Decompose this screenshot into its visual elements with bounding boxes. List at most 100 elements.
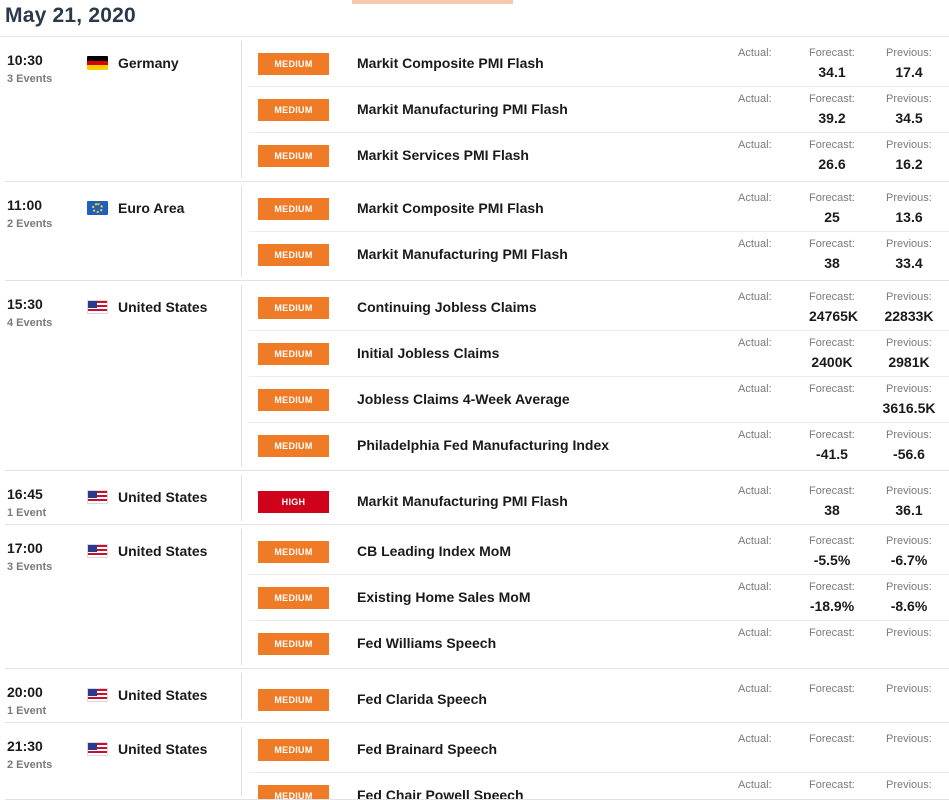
actual-label: Actual: bbox=[738, 337, 772, 349]
event-row[interactable]: MEDIUM Markit Composite PMI Flash Actual: F… bbox=[249, 37, 949, 87]
column-divider bbox=[241, 475, 242, 521]
event-name[interactable]: Markit Manufacturing PMI Flash bbox=[357, 246, 568, 262]
event-row[interactable]: MEDIUM Fed Chair Powell Speech Actual: Fore… bbox=[249, 773, 949, 800]
event-name[interactable]: Fed Clarida Speech bbox=[357, 691, 487, 707]
event-row[interactable]: MEDIUM Philadelphia Fed Manufacturing Ind… bbox=[249, 423, 949, 469]
time-group: 15:30 4 Events United States MEDIUM Continui… bbox=[0, 281, 949, 471]
event-name[interactable]: Fed Williams Speech bbox=[357, 635, 496, 651]
previous-label: Previous: bbox=[886, 337, 932, 349]
forecast-value: 34.1 bbox=[818, 64, 846, 80]
impact-badge-medium: MEDIUM bbox=[258, 145, 329, 167]
forecast-label: Forecast: bbox=[809, 291, 855, 303]
event-row[interactable]: MEDIUM CB Leading Index MoM Actual: Forecas… bbox=[249, 525, 949, 575]
us-flag-icon bbox=[87, 490, 108, 504]
event-row[interactable]: MEDIUM Existing Home Sales MoM Actual: Fore… bbox=[249, 575, 949, 621]
event-name[interactable]: Markit Composite PMI Flash bbox=[357, 200, 544, 216]
previous-value: 3616.5K bbox=[882, 400, 936, 416]
actual-label: Actual: bbox=[738, 683, 772, 695]
previous-value: -56.6 bbox=[893, 446, 925, 462]
actual-label: Actual: bbox=[738, 627, 772, 639]
impact-badge-high: HIGH bbox=[258, 491, 329, 513]
previous-label: Previous: bbox=[886, 733, 932, 745]
forecast-label: Forecast: bbox=[809, 337, 855, 349]
column-divider bbox=[241, 285, 242, 467]
us-flag-icon bbox=[87, 300, 108, 314]
event-row[interactable]: MEDIUM Markit Manufacturing PMI Flash Actu… bbox=[249, 232, 949, 278]
impact-badge-medium: MEDIUM bbox=[258, 343, 329, 365]
previous-label: Previous: bbox=[886, 627, 932, 639]
forecast-label: Forecast: bbox=[809, 139, 855, 151]
date-heading: May 21, 2020 bbox=[5, 4, 136, 27]
previous-value: 17.4 bbox=[895, 64, 923, 80]
event-count: 1 Event bbox=[7, 705, 47, 717]
event-time: 21:30 bbox=[7, 738, 43, 754]
event-row[interactable]: MEDIUM Markit Manufacturing PMI Flash Actu… bbox=[249, 87, 949, 133]
event-name[interactable]: CB Leading Index MoM bbox=[357, 543, 511, 559]
previous-label: Previous: bbox=[886, 47, 932, 59]
time-group: 17:00 3 Events United States MEDIUM CB Leadi… bbox=[0, 525, 949, 669]
impact-badge-medium: MEDIUM bbox=[258, 297, 329, 319]
event-name[interactable]: Markit Manufacturing PMI Flash bbox=[357, 101, 568, 117]
euro-area-flag-icon bbox=[87, 201, 108, 215]
forecast-label: Forecast: bbox=[809, 581, 855, 593]
column-divider bbox=[241, 41, 242, 178]
event-time: 16:45 bbox=[7, 486, 43, 502]
previous-label: Previous: bbox=[886, 238, 932, 250]
time-group: 10:30 3 Events Germany MEDIUM Markit Composi… bbox=[0, 37, 949, 182]
event-count: 2 Events bbox=[7, 218, 53, 230]
event-row[interactable]: MEDIUM Initial Jobless Claims Actual: Forec… bbox=[249, 331, 949, 377]
event-name[interactable]: Jobless Claims 4-Week Average bbox=[357, 391, 570, 407]
event-name[interactable]: Initial Jobless Claims bbox=[357, 345, 499, 361]
event-name[interactable]: Continuing Jobless Claims bbox=[357, 299, 537, 315]
impact-badge-medium: MEDIUM bbox=[258, 99, 329, 121]
event-row[interactable]: MEDIUM Markit Composite PMI Flash Actual: F… bbox=[249, 182, 949, 232]
impact-badge-medium: MEDIUM bbox=[258, 53, 329, 75]
impact-badge-medium: MEDIUM bbox=[258, 689, 329, 711]
event-name[interactable]: Fed Brainard Speech bbox=[357, 741, 497, 757]
forecast-value: -41.5 bbox=[816, 446, 848, 462]
forecast-label: Forecast: bbox=[809, 383, 855, 395]
country-name: Germany bbox=[118, 55, 179, 71]
event-name[interactable]: Existing Home Sales MoM bbox=[357, 589, 530, 605]
event-row[interactable]: HIGH Markit Manufacturing PMI Flash Actual… bbox=[249, 471, 949, 525]
forecast-value: 2400K bbox=[811, 354, 853, 370]
country-name: United States bbox=[118, 489, 208, 505]
actual-label: Actual: bbox=[738, 192, 772, 204]
column-divider bbox=[241, 673, 242, 719]
actual-label: Actual: bbox=[738, 581, 772, 593]
event-row[interactable]: MEDIUM Jobless Claims 4-Week Average Actua… bbox=[249, 377, 949, 423]
actual-label: Actual: bbox=[738, 238, 772, 250]
previous-label: Previous: bbox=[886, 291, 932, 303]
forecast-value: -18.9% bbox=[809, 598, 855, 614]
us-flag-icon bbox=[87, 688, 108, 702]
event-name[interactable]: Markit Services PMI Flash bbox=[357, 147, 529, 163]
event-row[interactable]: MEDIUM Markit Services PMI Flash Actual: Fo… bbox=[249, 133, 949, 179]
event-time: 10:30 bbox=[7, 52, 43, 68]
previous-value: 33.4 bbox=[895, 255, 923, 271]
event-name[interactable]: Philadelphia Fed Manufacturing Index bbox=[357, 437, 609, 453]
event-row[interactable]: MEDIUM Fed Brainard Speech Actual: Forecast… bbox=[249, 723, 949, 773]
impact-badge-medium: MEDIUM bbox=[258, 633, 329, 655]
column-divider bbox=[241, 529, 242, 665]
forecast-value: 25 bbox=[824, 209, 840, 225]
event-row[interactable]: MEDIUM Fed Clarida Speech Actual: Forecast:… bbox=[249, 669, 949, 723]
us-flag-icon bbox=[87, 742, 108, 756]
forecast-value: 38 bbox=[824, 255, 840, 271]
actual-label: Actual: bbox=[738, 47, 772, 59]
forecast-value: 38 bbox=[824, 502, 840, 518]
country-name: United States bbox=[118, 687, 208, 703]
event-name[interactable]: Markit Composite PMI Flash bbox=[357, 55, 544, 71]
event-row[interactable]: MEDIUM Continuing Jobless Claims Actual: Fo… bbox=[249, 281, 949, 331]
event-count: 3 Events bbox=[7, 561, 53, 573]
previous-value: 16.2 bbox=[895, 156, 923, 172]
us-flag-icon bbox=[87, 544, 108, 558]
forecast-label: Forecast: bbox=[809, 683, 855, 695]
forecast-label: Forecast: bbox=[809, 93, 855, 105]
event-row[interactable]: MEDIUM Fed Williams Speech Actual: Forecast… bbox=[249, 621, 949, 667]
forecast-label: Forecast: bbox=[809, 535, 855, 547]
event-count: 4 Events bbox=[7, 317, 53, 329]
previous-value: 34.5 bbox=[895, 110, 923, 126]
previous-label: Previous: bbox=[886, 485, 932, 497]
previous-value: 22833K bbox=[884, 308, 934, 324]
event-name[interactable]: Markit Manufacturing PMI Flash bbox=[357, 493, 568, 509]
